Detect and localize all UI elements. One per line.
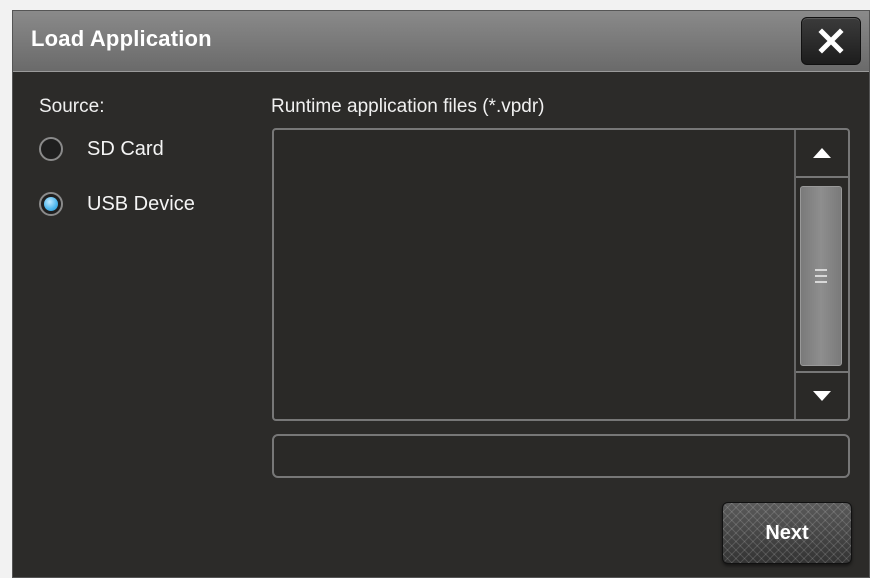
close-button[interactable] — [801, 17, 861, 65]
dialog-title: Load Application — [31, 26, 212, 51]
triangle-down-icon — [813, 391, 831, 401]
dialog-titlebar: Load Application — [13, 11, 869, 72]
radio-label-usb-device: USB Device — [87, 192, 195, 215]
file-list[interactable] — [272, 128, 850, 421]
grip-icon — [815, 269, 827, 271]
file-list-scrollbar[interactable] — [794, 130, 848, 419]
scroll-up-button[interactable] — [796, 130, 848, 178]
next-button[interactable]: Next — [722, 502, 852, 564]
radio-button-selected[interactable] — [39, 192, 63, 216]
triangle-up-icon — [813, 148, 831, 158]
scroll-down-button[interactable] — [796, 371, 848, 419]
filename-field[interactable] — [272, 434, 850, 478]
close-icon — [818, 28, 844, 54]
load-application-dialog: Load Application Source: SD Card USB Dev… — [12, 10, 870, 578]
radio-button[interactable] — [39, 137, 63, 161]
radio-usb-device[interactable]: USB Device — [39, 192, 195, 216]
scroll-thumb[interactable] — [800, 186, 842, 366]
radio-label-sd-card: SD Card — [87, 137, 164, 160]
files-label: Runtime application files (*.vpdr) — [271, 96, 545, 117]
radio-sd-card[interactable]: SD Card — [39, 137, 164, 161]
source-label: Source: — [39, 96, 105, 117]
